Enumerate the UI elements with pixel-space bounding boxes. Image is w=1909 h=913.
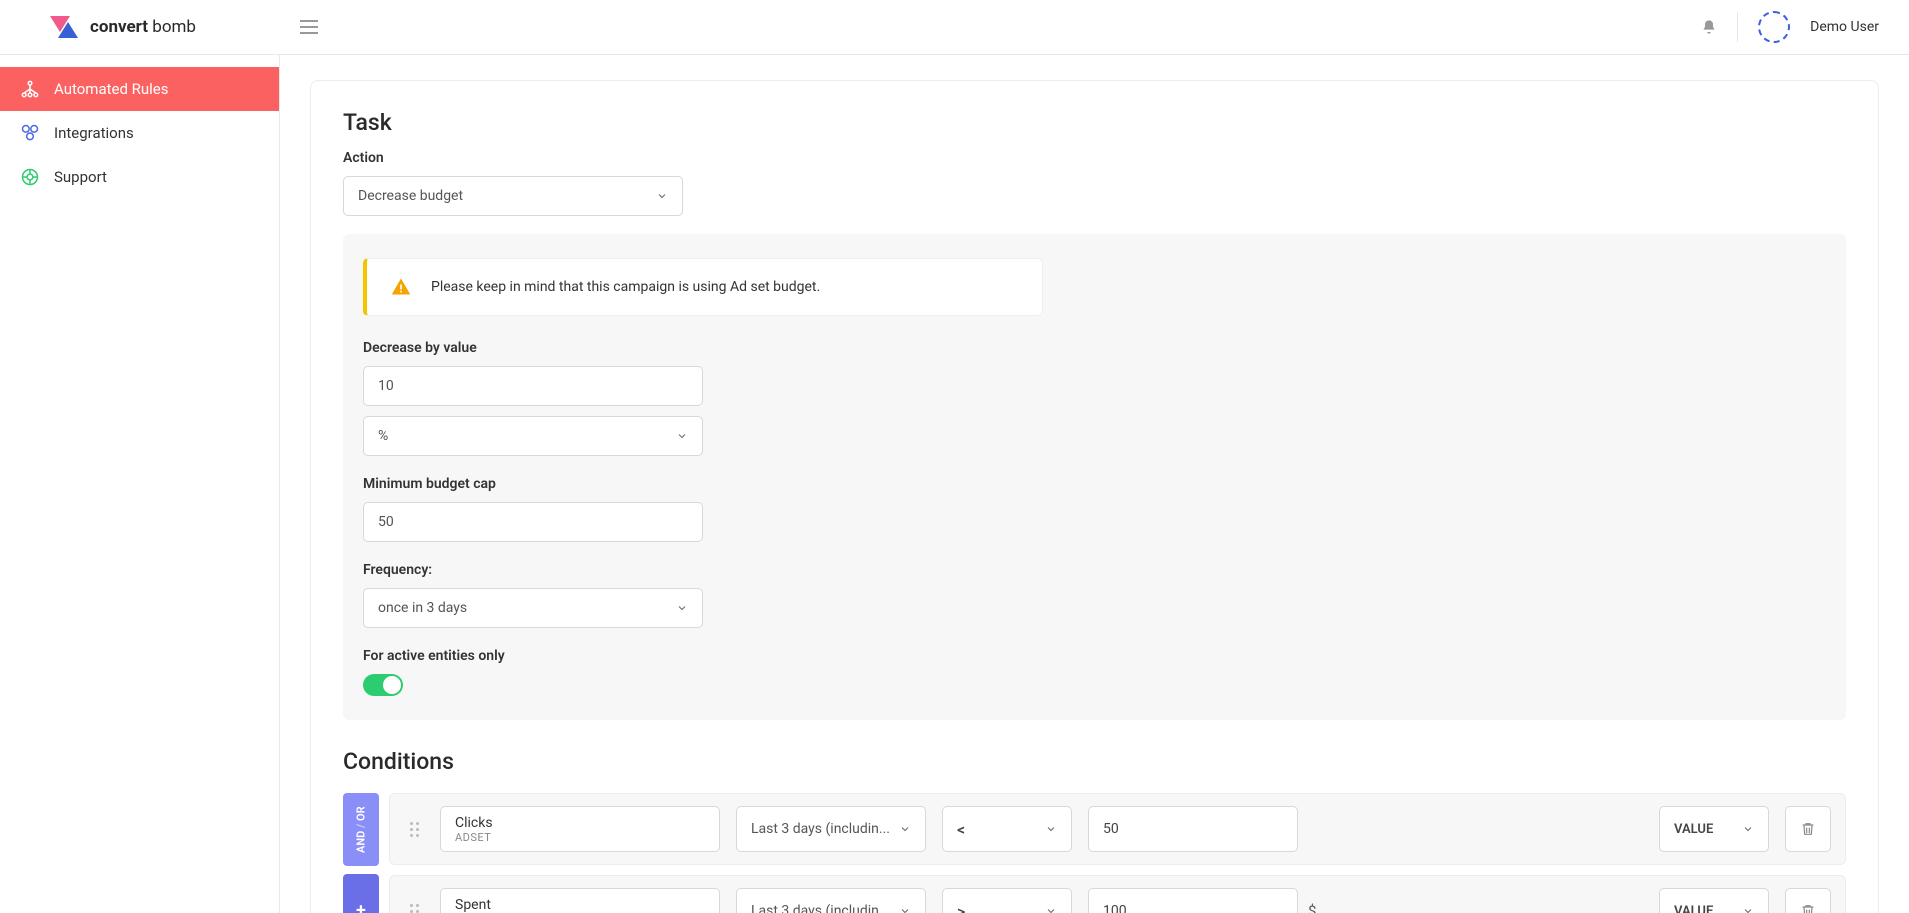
hamburger-icon[interactable] xyxy=(300,20,318,34)
condition-metric-select[interactable]: Clicks ADSET xyxy=(440,806,720,852)
condition-value-mode-select[interactable]: VALUE xyxy=(1659,806,1769,852)
action-value: Decrease budget xyxy=(358,188,463,204)
chevron-down-icon xyxy=(1742,905,1754,913)
support-icon xyxy=(20,167,40,187)
rules-icon xyxy=(20,79,40,99)
trash-icon xyxy=(1800,821,1816,837)
avatar[interactable] xyxy=(1758,11,1790,43)
alert-text: Please keep in mind that this campaign i… xyxy=(431,279,820,295)
frequency-label: Frequency: xyxy=(363,562,723,578)
condition-connector[interactable]: AND / OR xyxy=(343,793,379,866)
sidebar-item-integrations[interactable]: Integrations xyxy=(0,111,279,155)
conditions-title: Conditions xyxy=(343,748,1846,775)
chevron-down-icon xyxy=(899,823,911,835)
min-cap-label: Minimum budget cap xyxy=(363,476,723,492)
condition-unit: $ xyxy=(1308,902,1316,913)
active-only-label: For active entities only xyxy=(363,648,723,664)
task-card: Task Action Decrease budget Please keep … xyxy=(310,80,1879,913)
active-only-toggle[interactable] xyxy=(363,674,403,696)
trash-icon xyxy=(1800,903,1816,913)
main-content: Task Action Decrease budget Please keep … xyxy=(280,55,1909,913)
sidebar-item-label: Support xyxy=(54,168,107,186)
bell-icon[interactable] xyxy=(1701,19,1717,35)
decrease-input[interactable]: 10 xyxy=(363,366,703,406)
sidebar-item-label: Integrations xyxy=(54,124,134,142)
condition-value-mode-select[interactable]: VALUE xyxy=(1659,888,1769,913)
conditions-block: AND / OR + xyxy=(343,793,1846,913)
condition-operator-select[interactable]: > xyxy=(942,888,1072,913)
brand-name: convert bomb xyxy=(90,17,196,37)
chevron-down-icon xyxy=(1045,823,1057,835)
delete-condition-button[interactable] xyxy=(1785,806,1831,852)
integrations-icon xyxy=(20,123,40,143)
decrease-unit-select[interactable]: % xyxy=(363,416,703,456)
action-select[interactable]: Decrease budget xyxy=(343,176,683,216)
drag-handle-icon[interactable] xyxy=(404,904,424,913)
sidebar-item-label: Automated Rules xyxy=(54,80,169,98)
chevron-down-icon xyxy=(656,190,668,202)
user-name: Demo User xyxy=(1810,19,1879,35)
condition-row: Spent ADSET Last 3 days (includin... > xyxy=(389,875,1846,913)
chevron-down-icon xyxy=(676,602,688,614)
condition-value-input[interactable]: 100 xyxy=(1088,888,1298,913)
sidebar: Automated Rules Integrations Support xyxy=(0,55,280,913)
warning-icon xyxy=(391,277,411,297)
chevron-down-icon xyxy=(899,905,911,913)
delete-condition-button[interactable] xyxy=(1785,888,1831,913)
header: convert bomb Demo User xyxy=(0,0,1909,55)
condition-range-select[interactable]: Last 3 days (includin... xyxy=(736,888,926,913)
task-title: Task xyxy=(343,109,1846,136)
task-details: Please keep in mind that this campaign i… xyxy=(343,234,1846,720)
drag-handle-icon[interactable] xyxy=(404,822,424,837)
condition-metric-select[interactable]: Spent ADSET xyxy=(440,888,720,913)
condition-value-input[interactable]: 50 xyxy=(1088,806,1298,852)
logo-icon xyxy=(50,16,78,38)
budget-alert: Please keep in mind that this campaign i… xyxy=(363,258,1043,316)
min-cap-input[interactable]: 50 xyxy=(363,502,703,542)
frequency-select[interactable]: once in 3 days xyxy=(363,588,703,628)
chevron-down-icon xyxy=(1045,905,1057,913)
condition-row: Clicks ADSET Last 3 days (includin... < xyxy=(389,793,1846,865)
add-condition-group-button[interactable]: + xyxy=(343,874,379,913)
logo[interactable]: convert bomb xyxy=(0,16,280,39)
condition-range-select[interactable]: Last 3 days (includin... xyxy=(736,806,926,852)
sidebar-item-automated-rules[interactable]: Automated Rules xyxy=(0,67,279,111)
action-label: Action xyxy=(343,150,1846,166)
sidebar-item-support[interactable]: Support xyxy=(0,155,279,199)
chevron-down-icon xyxy=(1742,823,1754,835)
condition-operator-select[interactable]: < xyxy=(942,806,1072,852)
chevron-down-icon xyxy=(676,430,688,442)
decrease-label: Decrease by value xyxy=(363,340,723,356)
